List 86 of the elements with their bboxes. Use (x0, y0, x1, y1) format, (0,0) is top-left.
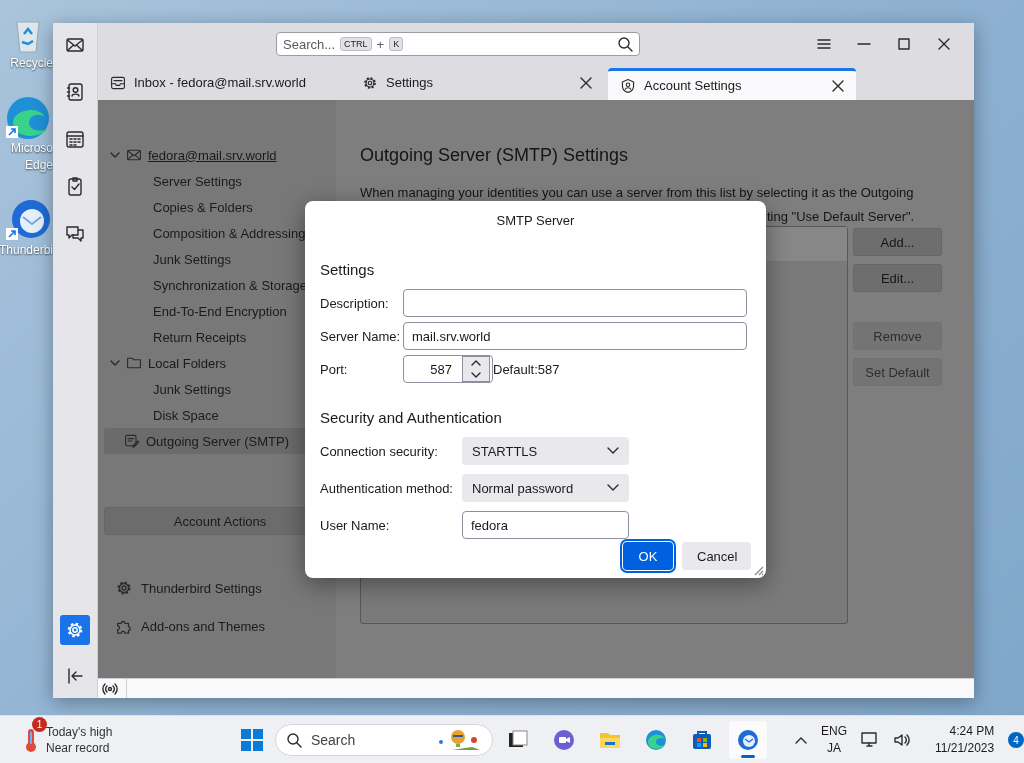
chevron-down-icon (471, 372, 481, 378)
network-monitor-icon[interactable] (861, 732, 879, 748)
close-icon[interactable] (580, 76, 592, 89)
plus-sign: + (376, 36, 385, 52)
sidebar-link[interactable]: Add-ons and Themes (141, 618, 266, 634)
field-label: Description: (320, 295, 390, 311)
address-book-icon[interactable] (65, 82, 85, 102)
search-icon (285, 732, 302, 748)
start-icon[interactable] (240, 729, 263, 751)
tab[interactable]: Settings (350, 65, 604, 100)
notification-count-badge[interactable]: 4 (1008, 732, 1024, 748)
field-label: Authentication method: (320, 480, 454, 496)
gear-icon (362, 74, 378, 91)
chevron-up-icon[interactable] (794, 736, 807, 744)
browser-icon (643, 728, 668, 752)
menu-icon[interactable] (817, 37, 831, 51)
search-icon[interactable] (617, 36, 633, 52)
account-link[interactable]: fedora@mail.srv.world (148, 147, 277, 163)
mail-icon[interactable] (65, 35, 85, 55)
tree-label: Outgoing Server (SMTP) (146, 433, 290, 449)
port-field[interactable]: 587 (403, 355, 493, 383)
notification-badge: 1 (32, 717, 47, 732)
clipboard-check-icon[interactable] (65, 176, 85, 196)
account-tree-item[interactable]: fedora@mail.srv.world (104, 142, 336, 168)
chevron-up-icon (471, 360, 481, 366)
balloon-illustration-icon (437, 728, 482, 752)
field-label: Port: (320, 361, 349, 377)
tab-label: Settings (386, 75, 434, 90)
search-placeholder: Search... (283, 36, 336, 52)
search-placeholder: Search (310, 732, 356, 748)
field-label: Server Name: (320, 328, 402, 344)
speaker-icon[interactable] (893, 732, 911, 748)
chevron-down-icon (607, 484, 619, 492)
input-field[interactable] (403, 289, 747, 317)
intro-text: When managing your identities you can use a server from this list by selecting it as the Outgoing (360, 184, 915, 202)
server-button[interactable]: Edit... (853, 264, 942, 292)
intro-text: ting "Use Default Server". (767, 208, 916, 226)
language-indicator[interactable]: ENG JA (820, 723, 847, 757)
gear-icon[interactable] (115, 579, 133, 597)
account-shield-icon (620, 77, 636, 94)
tab-label: Inbox - fedora@mail.srv.world (134, 75, 307, 90)
calendar-icon[interactable] (65, 129, 85, 149)
dropdown[interactable]: Normal password (462, 474, 629, 502)
keyboard-key: CTRL (340, 37, 372, 51)
input-field[interactable]: mail.srv.world (403, 322, 747, 350)
close-icon[interactable] (937, 37, 951, 51)
ok-button[interactable]: OK (623, 542, 673, 570)
dialog-title: SMTP Server (495, 212, 576, 230)
clock-time[interactable]: 4:24 PM (949, 723, 995, 740)
sidebar-link[interactable]: Thunderbird Settings (141, 580, 262, 596)
search-field[interactable]: Search... CTRL + K (276, 32, 640, 56)
maximize-icon[interactable] (897, 37, 911, 51)
mail-app-button[interactable] (728, 721, 767, 759)
outbox-icon (124, 433, 140, 449)
wireless-signal-icon (102, 681, 118, 696)
weather-title[interactable]: Today's high (46, 724, 113, 740)
chat-bubbles-icon[interactable] (65, 223, 85, 243)
section-heading: Settings (320, 260, 376, 280)
clock-date[interactable]: 11/21/2023 (935, 740, 995, 757)
input-field[interactable]: fedora (462, 511, 629, 539)
section-heading: Security and Authentication (320, 408, 503, 428)
mail-app-icon (735, 728, 760, 752)
chevron-down-icon[interactable] (110, 150, 120, 160)
cancel-button[interactable]: Cancel (682, 542, 751, 570)
dropdown[interactable]: STARTTLS (462, 437, 629, 465)
chevron-down-icon[interactable] (110, 358, 120, 368)
tab[interactable]: Account Settings (608, 68, 856, 100)
default-port-hint: Default:587 (493, 361, 560, 377)
spinner-control[interactable] (462, 356, 490, 382)
account-tree-item[interactable]: Server Settings (104, 168, 336, 194)
server-button[interactable]: Add... (853, 228, 942, 256)
video-chat-icon (551, 728, 576, 752)
collapse-arrow-icon[interactable] (65, 666, 85, 686)
chevron-down-icon (607, 447, 619, 455)
tree-label: Local Folders (148, 355, 227, 371)
tab[interactable]: Inbox - fedora@mail.srv.world (98, 65, 346, 100)
inbox-icon (110, 74, 126, 91)
taskbar-search-field[interactable]: Search (274, 724, 493, 756)
close-icon[interactable] (832, 79, 844, 92)
envelope-icon (126, 147, 142, 163)
page-title: Outgoing Server (SMTP) Settings (360, 144, 630, 166)
weather-subtitle[interactable]: Near record (46, 740, 113, 756)
resize-grip-icon[interactable] (752, 564, 764, 576)
folder-icon (126, 355, 142, 371)
keyboard-key: K (389, 37, 404, 51)
tab-label: Account Settings (644, 78, 743, 93)
